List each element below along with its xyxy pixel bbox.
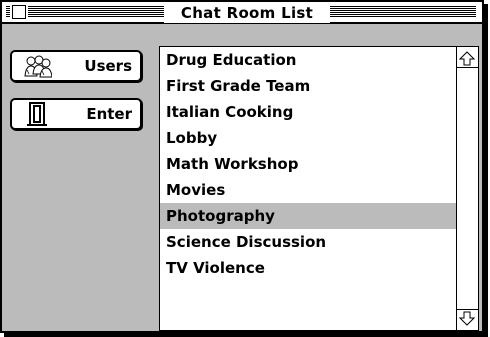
list-item-drug-education[interactable]: Drug Education <box>160 47 456 73</box>
users-icon <box>24 54 52 78</box>
title-bar-stripes-right <box>330 6 476 18</box>
enter-button[interactable]: Enter <box>10 98 142 130</box>
list-item-science-discussion[interactable]: Science Discussion <box>160 229 456 255</box>
list-item-lobby[interactable]: Lobby <box>160 125 456 151</box>
users-button-label: Users <box>84 57 132 75</box>
users-button[interactable]: Users <box>10 50 142 82</box>
list-item-movies[interactable]: Movies <box>160 177 456 203</box>
up-arrow-icon[interactable] <box>459 51 475 67</box>
door-icon <box>27 102 47 126</box>
title-bar[interactable]: Chat Room List <box>2 2 482 24</box>
title-bar-stripes-left <box>6 6 164 18</box>
list-item-photography[interactable]: Photography <box>160 203 456 229</box>
chat-room-list-window: Chat Room List Users Enter Drug Educatio… <box>0 0 484 333</box>
chat-room-list: Drug Education First Grade Team Italian … <box>160 47 456 330</box>
down-arrow-icon[interactable] <box>459 310 475 326</box>
list-item-tv-violence[interactable]: TV Violence <box>160 255 456 281</box>
close-box-icon[interactable] <box>12 5 26 19</box>
chat-room-listbox[interactable]: Drug Education First Grade Team Italian … <box>159 46 479 331</box>
enter-button-label: Enter <box>86 105 132 123</box>
list-item-first-grade-team[interactable]: First Grade Team <box>160 73 456 99</box>
scroll-track[interactable] <box>457 67 478 310</box>
list-item-italian-cooking[interactable]: Italian Cooking <box>160 99 456 125</box>
list-item-math-workshop[interactable]: Math Workshop <box>160 151 456 177</box>
vertical-scrollbar[interactable] <box>456 47 478 330</box>
window-title: Chat Room List <box>164 3 330 23</box>
